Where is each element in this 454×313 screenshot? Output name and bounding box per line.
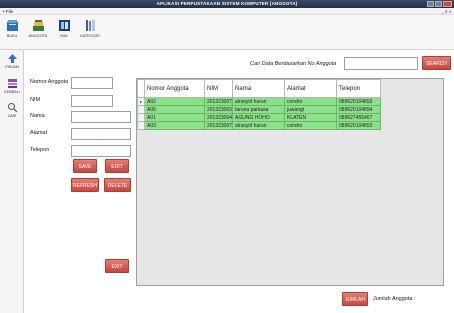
return-icon: [7, 78, 18, 89]
sidebar-item-pinjam[interactable]: PINJAM: [2, 53, 22, 69]
label-nim: NIM: [30, 97, 41, 103]
edit-button[interactable]: EDIT: [105, 159, 129, 173]
toolbar-item-buku[interactable]: BUKU: [0, 19, 24, 38]
mdi-controls[interactable]: _ ♯ x: [441, 9, 451, 14]
label-nomor-anggota: Nomor Anggota: [30, 79, 69, 85]
cell-nomor-anggota[interactable]: A03: [144, 121, 205, 130]
cell-telepon[interactable]: 089620104894: [336, 105, 382, 114]
cell-nim[interactable]: 201323007: [203, 97, 234, 106]
window-title: APLIKASI PERPUSTAKAAN SISTEM KOMPUTER [A…: [156, 1, 298, 6]
menu-bar: • File _ ♯ x: [0, 8, 454, 15]
toolbar-item-rak[interactable]: RAK: [52, 19, 76, 38]
row-selector[interactable]: [137, 113, 145, 122]
cell-nim[interactable]: 201323007: [203, 121, 234, 130]
sidebar-label: CARI: [7, 114, 17, 118]
sidebar-label: PINJAM: [5, 65, 19, 69]
sidebar-label: KEMBALI: [4, 90, 20, 94]
anggota-table: Nomor Anggota NIM Nama Alamat Telepon ▸ …: [137, 79, 382, 130]
label-nama: Nama: [30, 113, 45, 119]
column-header-telepon[interactable]: Telepon: [336, 79, 382, 98]
cell-telepon[interactable]: 089620104893: [336, 97, 382, 106]
cell-nama[interactable]: alrasyid harun: [232, 97, 286, 106]
nim-field[interactable]: [71, 95, 113, 107]
table-row[interactable]: A03 201323007 alrasyid harun condro 0896…: [137, 121, 382, 130]
jumlah-anggota-label: Jumlah Anggota :: [373, 296, 416, 302]
jumlah-button[interactable]: JUMLAH: [342, 292, 368, 306]
toolbar-label: ANGGOTA: [28, 34, 48, 38]
cell-alamat[interactable]: condro: [284, 121, 338, 130]
row-selector[interactable]: [137, 121, 145, 130]
cell-nim[interactable]: 201323004: [203, 113, 234, 122]
search-label: Cari Data Berdasarkan No Anggota: [250, 61, 337, 67]
toolbar-label: BUKU: [6, 34, 18, 38]
category-icon: [84, 19, 97, 32]
row-selector-icon[interactable]: ▸: [137, 97, 145, 106]
label-telepon: Telepon: [30, 147, 50, 153]
close-button[interactable]: [443, 1, 452, 7]
toolbar-label: KATEGORI: [80, 34, 100, 38]
search-button[interactable]: SEARCH: [422, 56, 451, 70]
cell-telepon[interactable]: 089627455467: [336, 113, 382, 122]
cell-nomor-anggota[interactable]: A01: [144, 113, 205, 122]
cell-nim[interactable]: 201323003: [203, 105, 234, 114]
borrow-icon: [7, 53, 18, 64]
delete-button[interactable]: DELETE: [104, 178, 131, 192]
search-icon: [7, 102, 18, 113]
table-row[interactable]: ▸ A02 201323007 alrasyid harun condro 08…: [137, 97, 382, 106]
cell-nomor-anggota[interactable]: A02: [144, 97, 205, 106]
cell-nomor-anggota[interactable]: A06: [144, 105, 205, 114]
column-header-nim[interactable]: NIM: [203, 79, 234, 98]
cell-alamat[interactable]: KLATEN: [284, 113, 338, 122]
cell-nama[interactable]: taruna parkasa: [232, 105, 286, 114]
maximize-button[interactable]: [435, 1, 442, 7]
minimize-button[interactable]: [427, 1, 434, 7]
label-alamat: Alamat: [30, 130, 48, 136]
sidebar-item-cari[interactable]: CARI: [2, 102, 22, 118]
menu-file[interactable]: • File: [3, 9, 13, 14]
toolbar-item-kategori[interactable]: KATEGORI: [78, 19, 102, 38]
cell-alamat[interactable]: juwangi: [284, 105, 338, 114]
cell-nama[interactable]: alrasyid harun: [232, 121, 286, 130]
column-header-nama[interactable]: Nama: [232, 79, 286, 98]
search-input[interactable]: [344, 57, 418, 70]
title-bar: APLIKASI PERPUSTAKAAN SISTEM KOMPUTER [A…: [0, 0, 454, 8]
toolbar-label: RAK: [60, 34, 68, 38]
sidebar: PINJAM KEMBALI CARI: [0, 50, 24, 313]
table-row[interactable]: A01 201323004 AGUNG HOHO KLATEN 08962745…: [137, 113, 382, 122]
table-row[interactable]: A06 201323003 taruna parkasa juwangi 089…: [137, 105, 382, 114]
refresh-button[interactable]: REFRESH: [71, 178, 99, 192]
anggota-grid[interactable]: Nomor Anggota NIM Nama Alamat Telepon ▸ …: [136, 78, 444, 286]
exit-button[interactable]: EXIT: [105, 259, 129, 273]
shelf-icon: [58, 19, 71, 32]
cell-nama[interactable]: AGUNG HOHO: [232, 113, 286, 122]
row-header-corner: [137, 79, 145, 98]
window-controls: [427, 1, 452, 7]
toolbar-item-anggota[interactable]: ANGGOTA: [26, 19, 50, 38]
nama-field[interactable]: [71, 111, 131, 123]
cell-telepon[interactable]: 089620104893: [336, 121, 382, 130]
table-header-row: Nomor Anggota NIM Nama Alamat Telepon: [137, 79, 382, 98]
cell-alamat[interactable]: condro: [284, 97, 338, 106]
member-icon: [32, 19, 45, 32]
alamat-field[interactable]: [71, 128, 131, 140]
telepon-field[interactable]: [71, 145, 131, 157]
nomor-anggota-field[interactable]: [71, 77, 113, 89]
save-button[interactable]: SAVE: [73, 159, 97, 173]
row-selector[interactable]: [137, 105, 145, 114]
column-header-nomor-anggota[interactable]: Nomor Anggota: [144, 79, 205, 98]
column-header-alamat[interactable]: Alamat: [284, 79, 338, 98]
book-icon: [6, 19, 19, 32]
sidebar-item-kembali[interactable]: KEMBALI: [2, 78, 22, 94]
toolbar: BUKU ANGGOTA RAK KATEGORI: [0, 15, 454, 50]
